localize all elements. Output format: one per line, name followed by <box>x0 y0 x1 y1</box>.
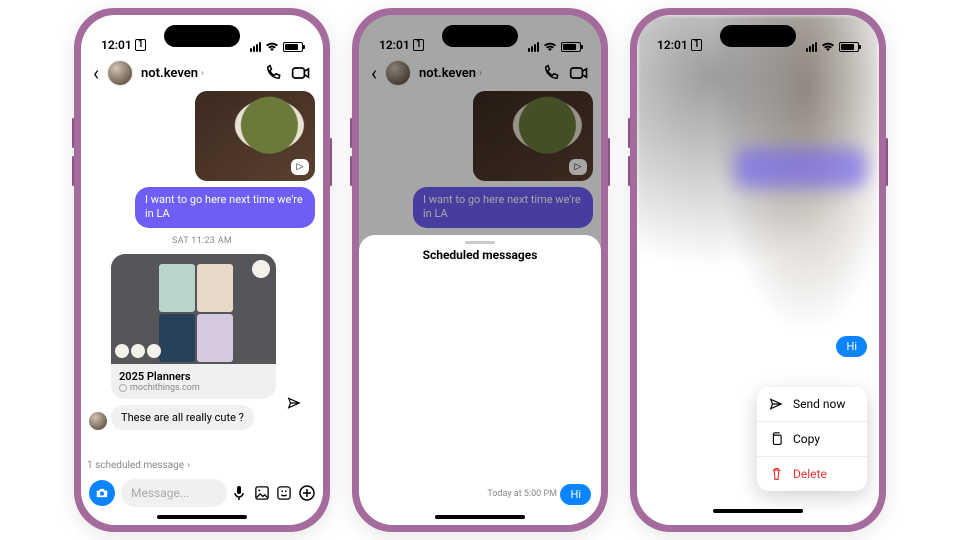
scheduled-sheet: Scheduled messages Today at 5:00 PM Hi <box>359 235 601 525</box>
voice-icon[interactable] <box>233 485 249 501</box>
plus-icon[interactable] <box>299 485 315 501</box>
sheet-title: Scheduled messages <box>359 248 601 270</box>
card-source: mochithings.com <box>119 383 268 393</box>
screen: 12:01 1 ‹ not.keven › <box>81 15 323 525</box>
wifi-icon <box>821 42 835 52</box>
video-icon[interactable] <box>291 64 311 82</box>
sheet-body[interactable]: Today at 5:00 PM Hi <box>359 270 601 515</box>
message-input-row: Message... <box>81 475 323 511</box>
trash-icon <box>769 467 783 481</box>
cellular-icon <box>806 42 817 52</box>
shared-link-card[interactable]: 2025 Planners mochithings.com <box>111 254 276 399</box>
chevron-right-icon: › <box>187 460 190 471</box>
globe-icon <box>119 384 127 392</box>
dynamic-island <box>164 25 240 47</box>
username: not.keven <box>141 66 198 81</box>
chat-body[interactable]: ▷ I want to go here next time we're in L… <box>81 91 323 456</box>
card-image <box>111 254 276 364</box>
phone-sheet: 12:01 1 ‹ not.keven › ▷ I want to go her… <box>352 8 608 532</box>
dynamic-island <box>442 25 518 47</box>
scheduled-bubble[interactable]: Hi <box>836 336 867 357</box>
send-now-item[interactable]: Send now <box>757 387 867 421</box>
status-time: 12:01 <box>101 38 132 52</box>
home-indicator[interactable] <box>713 509 803 513</box>
delete-item[interactable]: Delete <box>757 456 867 491</box>
scheduled-bubble[interactable]: Hi <box>560 484 591 505</box>
dynamic-island <box>720 25 796 47</box>
scheduled-banner[interactable]: 1 scheduled message› <box>81 456 323 475</box>
avatar[interactable] <box>107 60 133 86</box>
wifi-icon <box>265 42 279 52</box>
copy-icon <box>769 432 783 446</box>
sticker-icon[interactable] <box>277 486 293 500</box>
battery-icon <box>839 42 859 52</box>
home-indicator[interactable] <box>157 515 247 519</box>
sim-icon: 1 <box>691 39 703 51</box>
chevron-right-icon: › <box>201 68 204 79</box>
cellular-icon <box>250 42 261 52</box>
home-indicator[interactable] <box>435 515 525 519</box>
status-time: 12:01 <box>657 38 688 52</box>
timestamp: SAT 11:23 AM <box>172 236 232 246</box>
sheet-grabber[interactable] <box>465 241 495 244</box>
scheduled-time: Today at 5:00 PM <box>487 489 557 499</box>
gallery-icon[interactable] <box>255 486 271 500</box>
battery-icon <box>283 42 303 52</box>
sim-icon: 1 <box>135 39 147 51</box>
message-input[interactable]: Message... <box>121 479 227 507</box>
outgoing-message[interactable]: I want to go here next time we're in LA <box>135 187 315 228</box>
chat-header: ‹ not.keven › <box>81 55 323 91</box>
reel-icon: ▷ <box>291 159 309 175</box>
phone-chat: 12:01 1 ‹ not.keven › <box>74 8 330 532</box>
send-icon <box>769 397 783 411</box>
context-menu: Send now Copy Delete <box>757 387 867 491</box>
camera-button[interactable] <box>89 480 115 506</box>
incoming-message[interactable]: These are all really cute ? <box>111 405 254 430</box>
avatar-small <box>89 412 107 430</box>
card-title: 2025 Planners <box>119 370 268 383</box>
call-icon[interactable] <box>263 64 283 82</box>
shared-reel[interactable]: ▷ <box>195 91 315 181</box>
back-icon[interactable]: ‹ <box>93 63 99 83</box>
phone-context: 12:01 1 Hi Send now Copy Delete <box>630 8 886 532</box>
copy-item[interactable]: Copy <box>757 421 867 456</box>
username-button[interactable]: not.keven › <box>141 66 204 81</box>
screen: 12:01 1 ‹ not.keven › ▷ I want to go her… <box>359 15 601 525</box>
screen: 12:01 1 Hi Send now Copy Delete <box>637 15 879 525</box>
share-icon[interactable] <box>287 396 301 410</box>
